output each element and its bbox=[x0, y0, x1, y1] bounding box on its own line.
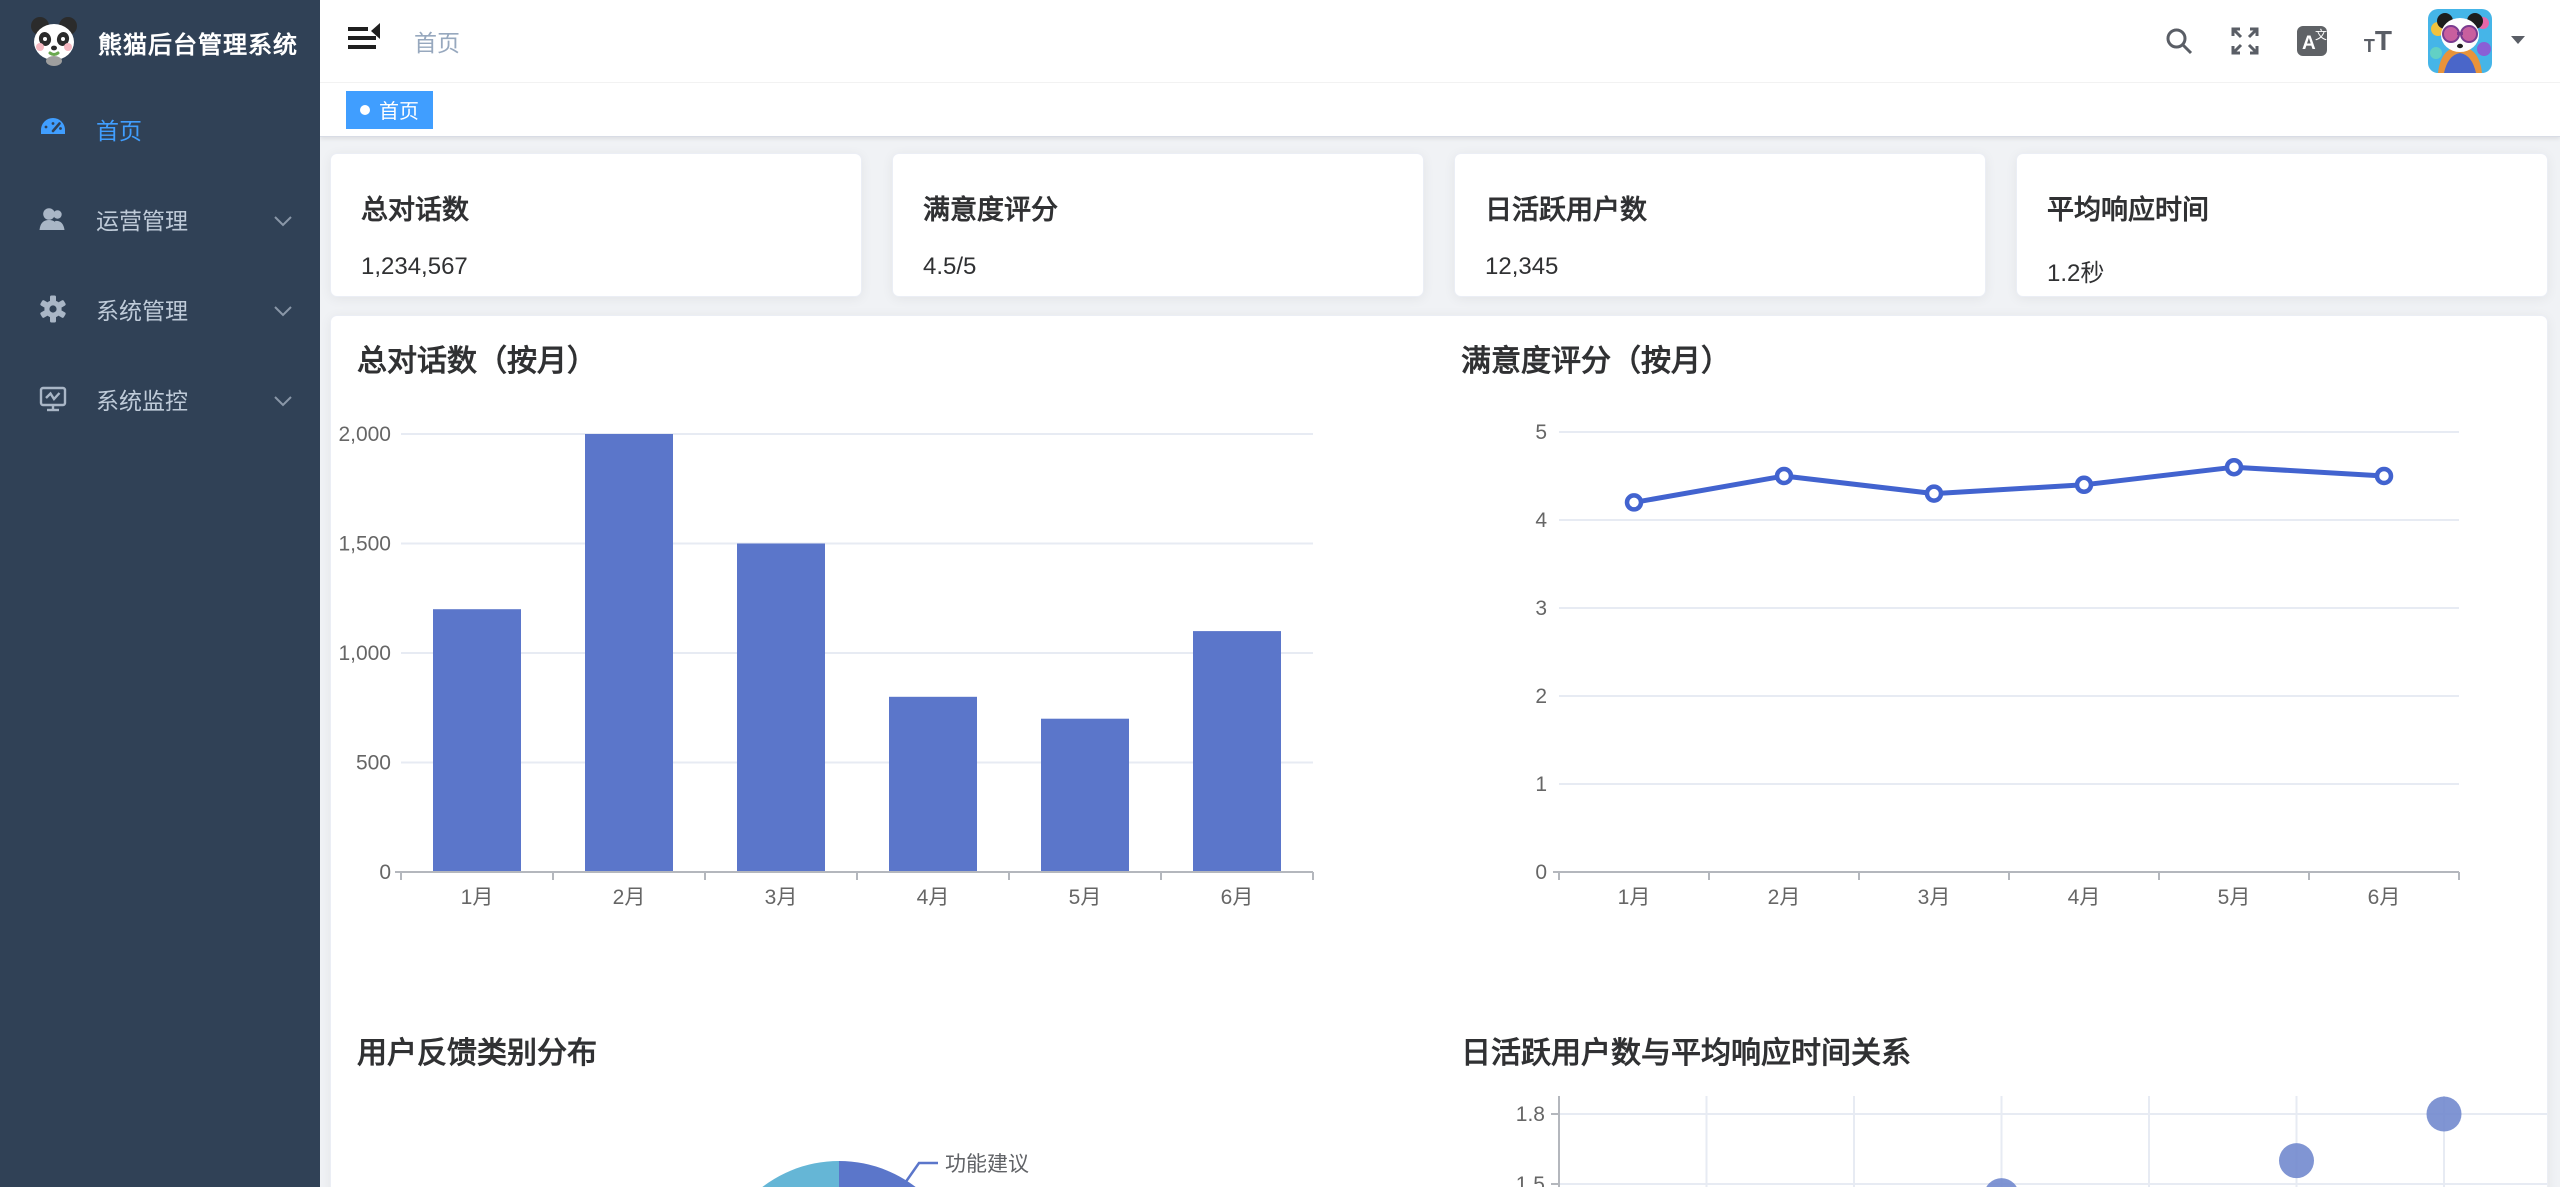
sidebar-item-operations[interactable]: 运营管理 bbox=[0, 174, 320, 264]
svg-text:3: 3 bbox=[1535, 597, 1547, 620]
svg-text:5月: 5月 bbox=[2218, 886, 2251, 909]
svg-text:1.5: 1.5 bbox=[1516, 1173, 1545, 1187]
stat-value: 1,234,567 bbox=[361, 253, 831, 281]
svg-text:1月: 1月 bbox=[1618, 886, 1651, 909]
avatar[interactable] bbox=[2428, 9, 2492, 73]
charts-panel: 总对话数（按月） 满意度评分（按月） 用户反馈类别分布 日活跃用户数与平均响应时… bbox=[330, 315, 2548, 1187]
dashboard-icon bbox=[38, 114, 70, 144]
svg-text:6月: 6月 bbox=[2368, 886, 2401, 909]
app-logo-row[interactable]: 熊猫后台管理系统 bbox=[0, 0, 320, 84]
language-icon[interactable]: A 文 bbox=[2296, 25, 2328, 57]
fullscreen-icon[interactable] bbox=[2230, 26, 2260, 56]
stat-card-conversations: 总对话数 1,234,567 bbox=[330, 153, 862, 297]
chevron-down-icon bbox=[274, 386, 292, 413]
chevron-down-icon bbox=[274, 206, 292, 233]
svg-text:1,000: 1,000 bbox=[338, 642, 391, 665]
sidebar-item-home[interactable]: 首页 bbox=[0, 84, 320, 174]
svg-text:3月: 3月 bbox=[765, 886, 798, 909]
scatter-chart-title: 日活跃用户数与平均响应时间关系 bbox=[1461, 1028, 1911, 1072]
stat-title: 日活跃用户数 bbox=[1485, 188, 1955, 227]
svg-text:1: 1 bbox=[1535, 773, 1547, 796]
svg-text:2月: 2月 bbox=[1768, 886, 1801, 909]
svg-text:1月: 1月 bbox=[461, 886, 494, 909]
tag-label: 首页 bbox=[379, 95, 419, 124]
line-chart: 0 1 2 3 4 5 1月 2月 3月 4月 5月 6月 bbox=[1455, 404, 2551, 964]
svg-text:1.8: 1.8 bbox=[1516, 1103, 1545, 1126]
svg-text:6月: 6月 bbox=[1221, 886, 1254, 909]
search-icon[interactable] bbox=[2164, 26, 2194, 56]
stat-card-response-time: 平均响应时间 1.2秒 bbox=[2016, 153, 2548, 297]
stat-card-dau: 日活跃用户数 12,345 bbox=[1454, 153, 1986, 297]
chevron-down-icon bbox=[274, 296, 292, 323]
svg-text:4: 4 bbox=[1535, 509, 1547, 532]
stat-cards-row: 总对话数 1,234,567 满意度评分 4.5/5 日活跃用户数 12,345… bbox=[330, 153, 2548, 297]
hamburger-icon bbox=[346, 23, 382, 60]
tag-active-dot bbox=[360, 105, 370, 115]
svg-text:4月: 4月 bbox=[2068, 886, 2101, 909]
line-chart-title: 满意度评分（按月） bbox=[1461, 336, 1731, 380]
svg-text:文: 文 bbox=[2315, 27, 2327, 42]
panda-logo-icon bbox=[28, 14, 80, 71]
main-content: 总对话数 1,234,567 满意度评分 4.5/5 日活跃用户数 12,345… bbox=[320, 138, 2560, 1187]
svg-text:2月: 2月 bbox=[613, 886, 646, 909]
sidebar-menu: 首页 运营管理 bbox=[0, 84, 320, 444]
users-icon bbox=[38, 204, 70, 234]
pie-chart: 功能建议 bbox=[583, 1079, 1143, 1187]
svg-text:5月: 5月 bbox=[1069, 886, 1102, 909]
svg-text:5: 5 bbox=[1535, 421, 1547, 444]
bar-chart-title: 总对话数（按月） bbox=[357, 336, 597, 380]
svg-text:1,500: 1,500 bbox=[338, 533, 391, 556]
hamburger-button[interactable] bbox=[320, 23, 382, 60]
bar-chart: 0 500 1,000 1,500 2,000 1月 2月 3月 4月 5月 6月 bbox=[333, 404, 1353, 964]
sidebar-item-label: 首页 bbox=[96, 112, 142, 146]
gear-icon bbox=[38, 294, 70, 324]
sidebar-item-system[interactable]: 系统管理 bbox=[0, 264, 320, 354]
header-actions: A 文 TT bbox=[2164, 9, 2560, 73]
svg-text:3月: 3月 bbox=[1918, 886, 1951, 909]
sidebar-item-label: 运营管理 bbox=[96, 202, 188, 236]
font-size-icon[interactable]: TT bbox=[2364, 27, 2392, 55]
scatter-chart: 1.8 1.5 bbox=[1455, 1079, 2555, 1187]
stat-value: 1.2秒 bbox=[2047, 253, 2517, 288]
svg-text:功能建议: 功能建议 bbox=[945, 1153, 1029, 1176]
header: 首页 A 文 TT bbox=[320, 0, 2560, 82]
svg-text:2: 2 bbox=[1535, 685, 1547, 708]
pie-chart-title: 用户反馈类别分布 bbox=[357, 1028, 597, 1072]
stat-title: 平均响应时间 bbox=[2047, 188, 2517, 227]
sidebar-item-monitor[interactable]: 系统监控 bbox=[0, 354, 320, 444]
stat-title: 总对话数 bbox=[361, 188, 831, 227]
stat-value: 4.5/5 bbox=[923, 253, 1393, 281]
monitor-icon bbox=[38, 384, 70, 414]
svg-text:0: 0 bbox=[1535, 861, 1547, 884]
caret-down-icon[interactable] bbox=[2510, 32, 2526, 50]
svg-text:2,000: 2,000 bbox=[338, 423, 391, 446]
stat-value: 12,345 bbox=[1485, 253, 1955, 281]
svg-text:4月: 4月 bbox=[917, 886, 950, 909]
stat-title: 满意度评分 bbox=[923, 188, 1393, 227]
sidebar-item-label: 系统监控 bbox=[96, 382, 188, 416]
tag-home[interactable]: 首页 bbox=[346, 91, 433, 129]
app-title: 熊猫后台管理系统 bbox=[98, 25, 298, 60]
svg-text:0: 0 bbox=[379, 861, 391, 884]
svg-text:A: A bbox=[2302, 33, 2316, 54]
sidebar-item-label: 系统管理 bbox=[96, 292, 188, 326]
stat-card-satisfaction: 满意度评分 4.5/5 bbox=[892, 153, 1424, 297]
svg-text:500: 500 bbox=[356, 752, 391, 775]
sidebar: 熊猫后台管理系统 首页 运 bbox=[0, 0, 320, 1187]
tags-view-bar: 首页 bbox=[320, 82, 2560, 137]
breadcrumb[interactable]: 首页 bbox=[414, 24, 460, 58]
